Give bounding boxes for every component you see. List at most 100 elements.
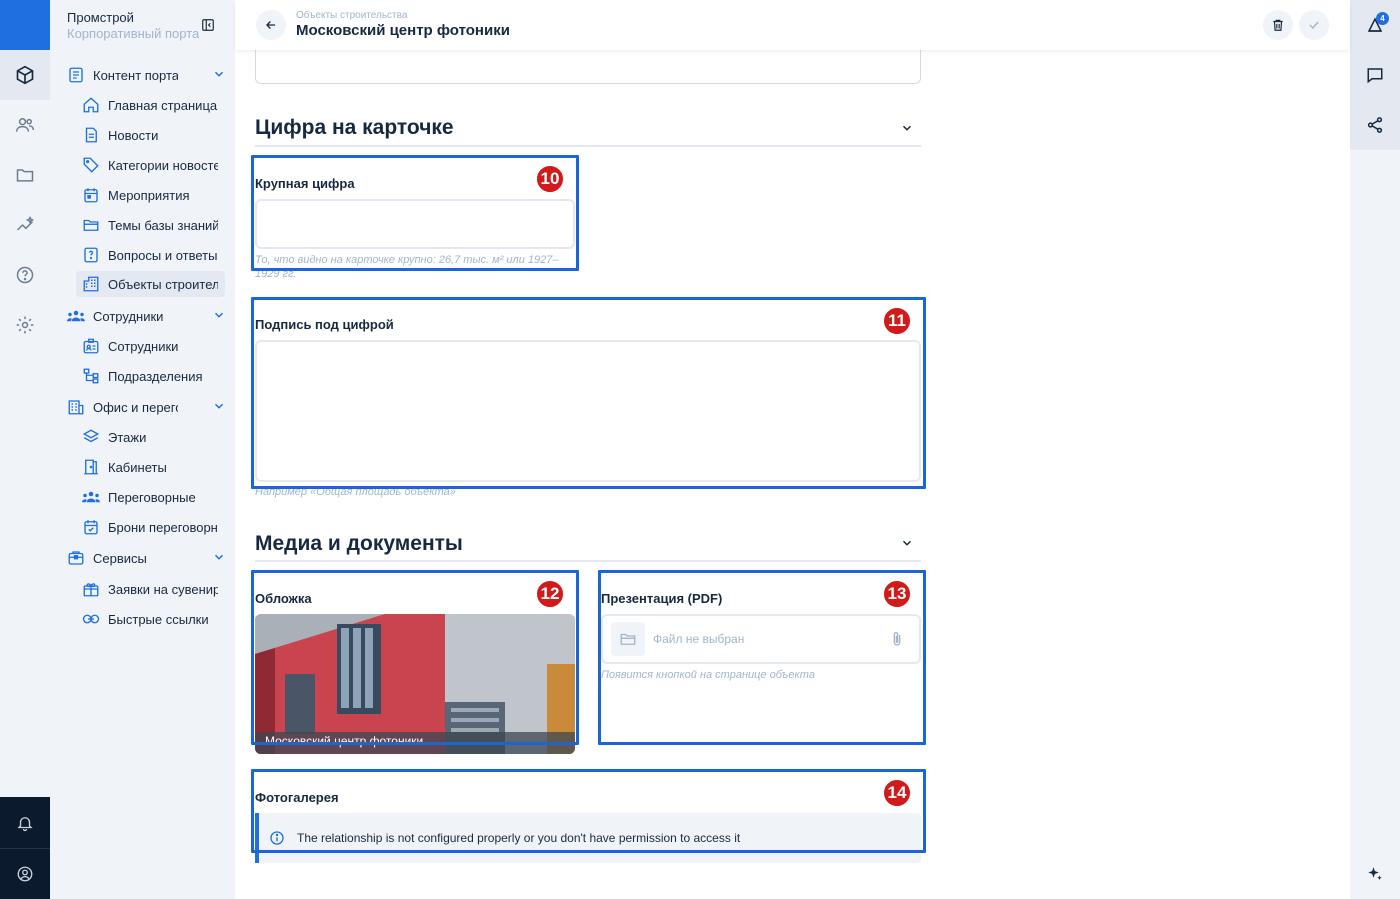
previous-field-input[interactable]: [255, 50, 921, 84]
share-button[interactable]: [1350, 100, 1400, 150]
nav-item-employees[interactable]: Сотрудники: [81, 333, 225, 359]
folder-icon: [81, 215, 101, 235]
nav-item-kb-topics[interactable]: Темы базы знаний: [81, 212, 225, 238]
annotation-marker-11: 11: [882, 306, 912, 336]
home-icon: [81, 95, 101, 115]
info-icon: [270, 831, 284, 845]
folder-icon: [16, 169, 34, 182]
section-divider: [255, 560, 921, 562]
paperclip-icon[interactable]: [889, 631, 905, 647]
nav-item-meeting-rooms[interactable]: Переговорные: [81, 484, 225, 510]
user-profile-button[interactable]: [0, 848, 50, 899]
comments-button[interactable]: [1350, 50, 1400, 100]
nav-group-employees[interactable]: Сотрудники: [66, 303, 226, 329]
help-module-button[interactable]: [0, 250, 50, 300]
insights-icon: [16, 215, 35, 231]
presentation-file-input[interactable]: Файл не выбран: [601, 614, 921, 664]
door-icon: [81, 457, 101, 477]
nav-item-souvenir-requests[interactable]: Заявки на сувениры: [81, 576, 225, 602]
files-module-button[interactable]: [0, 150, 50, 200]
settings-module-button[interactable]: [0, 300, 50, 350]
presentation-hint: Появится кнопкой на странице объекта: [601, 669, 815, 681]
collapse-sidebar-button[interactable]: [201, 18, 215, 37]
nav-group-label: Контент портала: [93, 67, 178, 83]
nav-item-room-bookings[interactable]: Брони переговорных: [81, 514, 225, 540]
users-module-button[interactable]: [0, 100, 50, 150]
chevron-down-icon: [214, 312, 224, 318]
chevron-down-icon: [214, 71, 224, 77]
nav-item-label: Категории новостей: [108, 157, 218, 173]
caption-hint: Например «Общая площадь объекта»: [255, 486, 456, 498]
nav-item-cabinets[interactable]: Кабинеты: [81, 454, 225, 480]
nav-item-label: Темы базы знаний: [108, 217, 218, 233]
help-icon: [16, 266, 34, 284]
annotation-marker-13: 13: [882, 579, 912, 609]
big-number-hint: То, что видно на карточке крупно: 26,7 т…: [255, 254, 559, 280]
annotation-marker-14: 14: [882, 778, 912, 808]
nav-item-label: Объекты строительства: [108, 276, 218, 292]
document-icon: [66, 65, 86, 85]
cover-label: Обложка: [255, 591, 312, 606]
caption-textarea[interactable]: [255, 340, 921, 482]
back-button[interactable]: [256, 10, 286, 40]
nav-group-label: Сервисы: [93, 550, 147, 566]
nav-item-departments[interactable]: Подразделения: [81, 363, 225, 389]
sidebar-collapse-icon: [202, 19, 214, 31]
user-avatar-icon: [17, 866, 33, 882]
nav-item-construction-objects[interactable]: Объекты строительства: [76, 271, 225, 297]
annotation-marker-10: 10: [535, 164, 565, 194]
nav-item-label: Этажи: [108, 429, 147, 445]
project-subtitle: Корпоративный портал: [67, 26, 199, 41]
nav-group-label: Офис и переговорные: [93, 399, 178, 415]
sparkle-icon: [1368, 867, 1382, 880]
org-chart-icon: [81, 366, 101, 386]
file-placeholder: Файл не выбран: [653, 632, 745, 646]
nav-item-events[interactable]: Мероприятия: [81, 182, 225, 208]
content-module-button[interactable]: [0, 50, 50, 100]
notifications-button[interactable]: [0, 797, 50, 848]
delete-button[interactable]: [1263, 10, 1293, 40]
nav-item-quick-links[interactable]: Быстрые ссылки: [81, 606, 225, 632]
group-icon: [81, 487, 101, 507]
module-bar: [0, 0, 50, 899]
nav-item-news[interactable]: Новости: [81, 122, 225, 148]
nav-item-label: Быстрые ссылки: [108, 611, 209, 627]
nav-item-floors[interactable]: Этажи: [81, 424, 225, 450]
cover-caption: Московский центр фотоники: [265, 734, 424, 748]
nav-item-label: Вопросы и ответы: [108, 247, 218, 263]
cover-image[interactable]: Московский центр фотоники: [255, 614, 575, 754]
breadcrumb[interactable]: Объекты строительства: [296, 10, 407, 21]
nav-item-label: Сотрудники: [108, 338, 179, 354]
nav-item-home[interactable]: Главная страница: [81, 92, 225, 118]
revisions-button[interactable]: 4: [1350, 0, 1400, 50]
folder-icon: [611, 622, 645, 656]
nav-group-services[interactable]: Сервисы: [66, 545, 226, 571]
nav-item-label: Переговорные: [108, 489, 196, 505]
nav-item-label: Новости: [108, 127, 159, 143]
nav-group-office[interactable]: Офис и переговорные: [66, 394, 226, 420]
question-icon: [81, 245, 101, 265]
gift-icon: [81, 579, 101, 599]
nav-group-content[interactable]: Контент портала: [66, 62, 226, 88]
share-icon: [1367, 117, 1383, 133]
services-icon: [66, 548, 86, 568]
nav-group-label: Сотрудники: [93, 308, 164, 324]
check-icon: [1309, 21, 1319, 29]
chevron-down-icon[interactable]: [900, 536, 914, 550]
building-icon: [81, 274, 101, 294]
app-logo[interactable]: [0, 0, 50, 50]
save-button[interactable]: [1299, 10, 1329, 40]
id-card-icon: [81, 336, 101, 356]
calendar-check-icon: [81, 517, 101, 537]
presentation-label: Презентация (PDF): [601, 591, 723, 606]
bell-icon: [17, 816, 33, 831]
ai-assistant-button[interactable]: [1350, 849, 1400, 899]
big-number-input[interactable]: [255, 199, 575, 249]
calendar-icon: [81, 185, 101, 205]
nav-item-news-categories[interactable]: Категории новостей: [81, 152, 225, 178]
chevron-down-icon[interactable]: [900, 121, 914, 135]
nav-item-faq[interactable]: Вопросы и ответы: [81, 242, 225, 268]
insights-module-button[interactable]: [0, 200, 50, 250]
layers-icon: [81, 427, 101, 447]
nav-item-label: Подразделения: [108, 368, 203, 384]
